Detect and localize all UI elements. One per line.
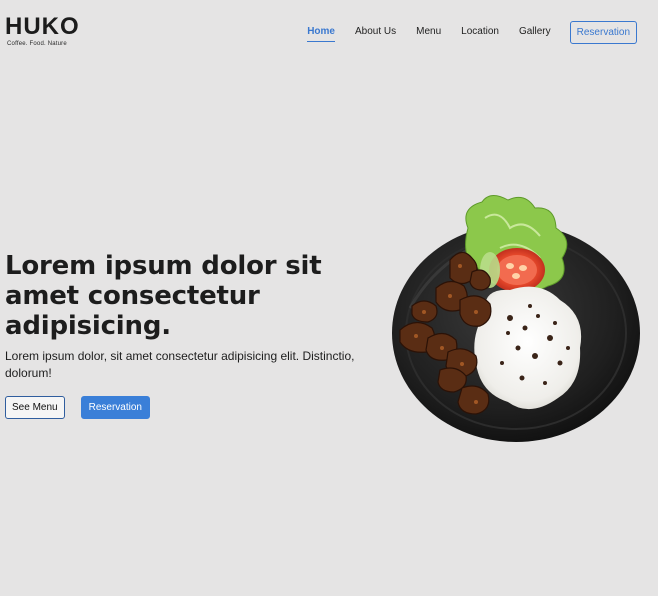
nav-link-menu[interactable]: Menu xyxy=(416,20,441,44)
nav-menu: Home About Us Menu Location Gallery Rese… xyxy=(307,20,637,44)
food-plate-image xyxy=(392,195,640,442)
brand-name: HUKO xyxy=(5,13,80,40)
hero-section: Lorem ipsum dolor sit amet consectetur a… xyxy=(5,251,375,419)
nav-link-gallery[interactable]: Gallery xyxy=(519,20,551,44)
navbar: HUKO Coffee. Food. Nature Home About Us … xyxy=(0,0,658,64)
hero-subtitle: Lorem ipsum dolor, sit amet consectetur … xyxy=(5,349,355,380)
hero-buttons: See Menu Reservation xyxy=(5,396,375,419)
nav-link-home[interactable]: Home xyxy=(307,20,335,44)
nav-reservation-button[interactable]: Reservation xyxy=(569,20,637,44)
brand-tagline: Coffee. Food. Nature xyxy=(7,41,67,47)
see-menu-button[interactable]: See Menu xyxy=(5,396,65,419)
nav-link-location[interactable]: Location xyxy=(461,20,499,44)
nav-link-about-us[interactable]: About Us xyxy=(355,20,396,44)
reservation-button[interactable]: Reservation xyxy=(80,396,150,419)
hero-title: Lorem ipsum dolor sit amet consectetur a… xyxy=(5,251,322,341)
brand-logo[interactable]: HUKO Coffee. Food. Nature xyxy=(5,15,80,48)
